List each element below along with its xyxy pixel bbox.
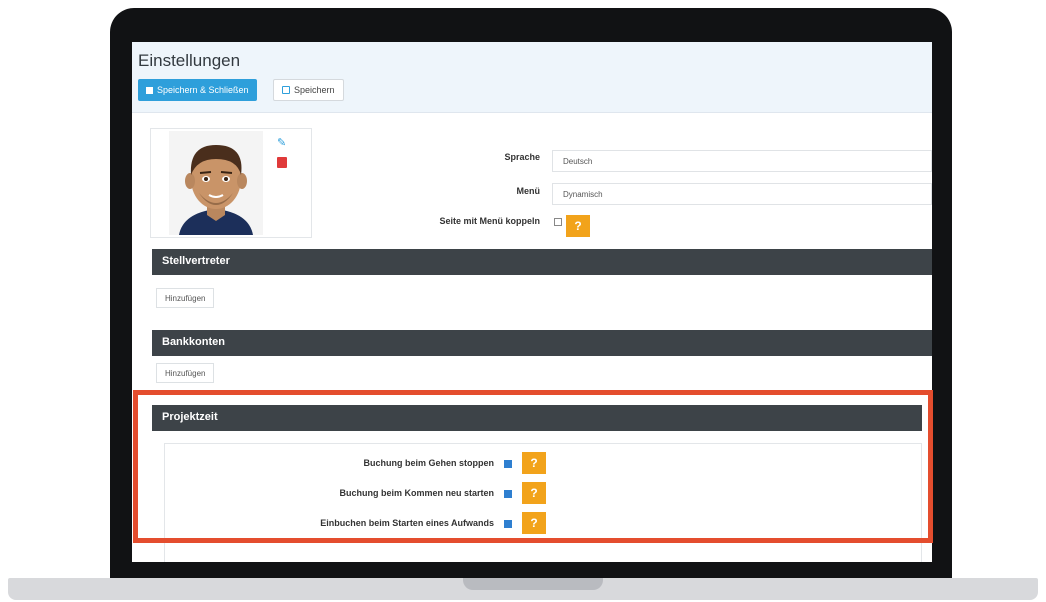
save-label: Speichern [294, 85, 335, 95]
couple-menu-checkbox[interactable] [554, 218, 562, 226]
section-bankkonten: Bankkonten [152, 330, 932, 356]
pencil-icon[interactable]: ✎ [277, 137, 289, 149]
menu-label: Menü [516, 186, 541, 196]
couple-menu-label: Seite mit Menü koppeln [439, 216, 540, 226]
square-icon [146, 86, 153, 94]
save-close-button[interactable]: Speichern & Schließen [138, 79, 257, 101]
save-close-label: Speichern & Schließen [157, 85, 249, 95]
menu-select[interactable]: Dynamisch [552, 183, 932, 205]
add-bankkonten-button[interactable]: Hinzufügen [156, 363, 215, 383]
section-stellvertreter: Stellvertreter [152, 249, 932, 275]
language-select[interactable]: Deutsch [552, 150, 932, 172]
avatar [169, 131, 263, 235]
laptop-notch [463, 578, 603, 590]
page-header: Einstellungen Speichern & Schließen Spei… [132, 42, 932, 113]
avatar-box: ✎ [150, 128, 312, 238]
language-label: Sprache [504, 152, 540, 162]
couple-menu-help-button[interactable]: ? [566, 215, 590, 237]
page-title: Einstellungen [138, 51, 241, 70]
disk-icon [282, 86, 290, 94]
add-stellvertreter-button[interactable]: Hinzufügen [156, 288, 215, 308]
highlight-frame [133, 390, 933, 543]
trash-icon[interactable] [277, 157, 287, 168]
save-button[interactable]: Speichern [273, 79, 344, 101]
